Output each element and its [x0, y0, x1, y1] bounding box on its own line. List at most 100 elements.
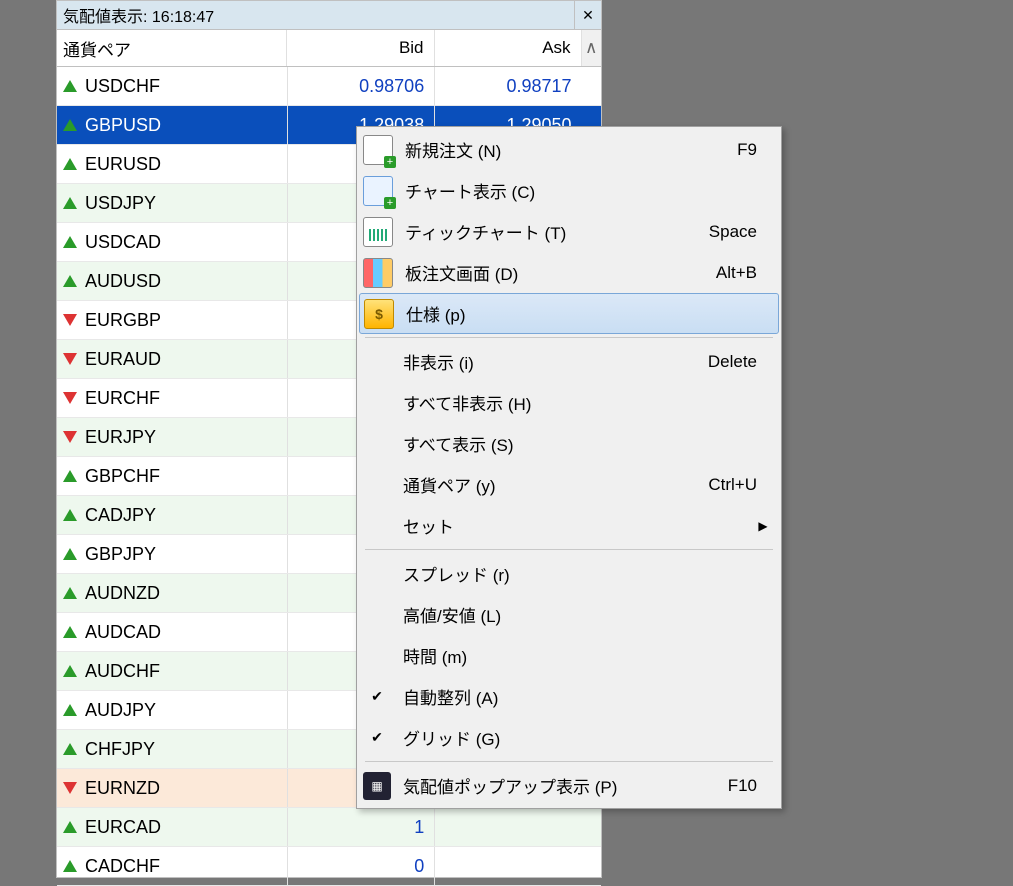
menu-item[interactable]: 時間 (m): [359, 635, 779, 676]
symbol-cell: EURJPY: [57, 418, 288, 456]
arrow-up-icon: [63, 548, 77, 560]
symbol-label: AUDUSD: [85, 271, 161, 292]
symbol-cell: AUDNZD: [57, 574, 288, 612]
symbol-cell: USDJPY: [57, 184, 288, 222]
menu-item[interactable]: ティックチャート (T)Space: [359, 211, 779, 252]
symbol-cell: EURCAD: [57, 808, 288, 846]
close-button[interactable]: ✕: [574, 1, 601, 29]
ask-cell: 0.98717: [435, 67, 581, 105]
arrow-up-icon: [63, 587, 77, 599]
symbol-cell: EURCHF: [57, 379, 288, 417]
symbol-label: AUDCHF: [85, 661, 160, 682]
symbol-label: USDJPY: [85, 193, 156, 214]
menu-item-shortcut: Ctrl+U: [708, 475, 757, 495]
menu-item[interactable]: ✔ 自動整列 (A): [359, 676, 779, 717]
table-row[interactable]: USDCHF 0.987060.98717: [57, 67, 601, 106]
menu-item-label: チャート表示 (C): [405, 178, 747, 203]
symbol-cell: EURAUD: [57, 340, 288, 378]
menu-item[interactable]: 非表示 (i) Delete: [359, 341, 779, 382]
menu-item[interactable]: 板注文画面 (D) Alt+B: [359, 252, 779, 293]
symbol-label: GBPJPY: [85, 544, 156, 565]
bid-cell: 1: [288, 808, 435, 846]
menu-item[interactable]: 新規注文 (N) F9: [359, 129, 779, 170]
symbol-cell: CADJPY: [57, 496, 288, 534]
menu-item-label: グリッド (G): [403, 725, 747, 750]
table-row[interactable]: CADCHF0: [57, 847, 601, 886]
symbol-cell: EURUSD: [57, 145, 288, 183]
arrow-up-icon: [63, 860, 77, 872]
menu-item-label: ティックチャート (T): [405, 219, 699, 244]
menu-item-shortcut: F9: [737, 140, 757, 160]
menu-item[interactable]: チャート表示 (C): [359, 170, 779, 211]
symbol-label: AUDCAD: [85, 622, 161, 643]
menu-separator: [365, 337, 773, 338]
context-menu: 新規注文 (N)F9チャート表示 (C)ティックチャート (T)Space板注文…: [356, 126, 782, 809]
symbol-label: EURCAD: [85, 817, 161, 838]
header-symbol[interactable]: 通貨ペア: [57, 30, 287, 66]
menu-item-label: 板注文画面 (D): [405, 260, 706, 285]
menu-item[interactable]: ✔ グリッド (G): [359, 717, 779, 758]
symbol-cell: AUDJPY: [57, 691, 288, 729]
header-bid[interactable]: Bid: [287, 30, 434, 66]
menu-item[interactable]: すべて表示 (S): [359, 423, 779, 464]
symbol-label: EURUSD: [85, 154, 161, 175]
arrow-up-icon: [63, 158, 77, 170]
symbol-cell: GBPCHF: [57, 457, 288, 495]
arrow-up-icon: [63, 119, 77, 131]
scroll-up-button[interactable]: ∧: [581, 30, 601, 66]
symbol-label: GBPCHF: [85, 466, 160, 487]
menu-item-label: 新規注文 (N): [405, 137, 727, 162]
symbol-label: EURNZD: [85, 778, 160, 799]
symbol-cell: EURNZD: [57, 769, 288, 807]
arrow-down-icon: [63, 314, 77, 326]
symbol-label: CADJPY: [85, 505, 156, 526]
header-ask[interactable]: Ask: [435, 30, 581, 66]
menu-item-label: すべて表示 (S): [403, 431, 747, 456]
menu-item-label: すべて非表示 (H): [403, 390, 747, 415]
menu-item-label: 通貨ペア (y): [403, 472, 698, 497]
menu-item[interactable]: すべて非表示 (H): [359, 382, 779, 423]
symbol-cell: GBPUSD: [57, 106, 288, 144]
symbol-cell: USDCAD: [57, 223, 288, 261]
arrow-up-icon: [63, 704, 77, 716]
grid-icon: [363, 258, 393, 288]
symbol-label: AUDNZD: [85, 583, 160, 604]
arrow-down-icon: [63, 782, 77, 794]
arrow-up-icon: [63, 509, 77, 521]
symbol-label: USDCHF: [85, 76, 160, 97]
symbol-label: EURCHF: [85, 388, 160, 409]
menu-item[interactable]: 高値/安値 (L): [359, 594, 779, 635]
menu-item[interactable]: セット▶: [359, 505, 779, 546]
menu-item[interactable]: スプレッド (r): [359, 553, 779, 594]
symbol-label: EURGBP: [85, 310, 161, 331]
menu-item-label: 非表示 (i): [403, 349, 698, 374]
arrow-up-icon: [63, 470, 77, 482]
bid-cell: 0.98706: [288, 67, 435, 105]
popup-icon: ▦: [363, 772, 391, 800]
arrow-up-icon: [63, 80, 77, 92]
check-icon: ✔: [363, 688, 391, 705]
arrow-down-icon: [63, 353, 77, 365]
tick-icon: [363, 217, 393, 247]
menu-item-shortcut: Alt+B: [716, 263, 757, 283]
menu-item[interactable]: $仕様 (p): [359, 293, 779, 334]
symbol-label: USDCAD: [85, 232, 161, 253]
symbol-label: CADCHF: [85, 856, 160, 877]
menu-item[interactable]: 通貨ペア (y) Ctrl+U: [359, 464, 779, 505]
panel-title-bar: 気配値表示: 16:18:47 ✕: [57, 1, 601, 30]
symbol-cell: CADCHF: [57, 847, 288, 885]
chevron-right-icon: ▶: [757, 519, 769, 533]
symbol-cell: CHFJPY: [57, 730, 288, 768]
check-icon: ✔: [363, 729, 391, 746]
menu-item-label: 自動整列 (A): [403, 684, 747, 709]
arrow-up-icon: [63, 821, 77, 833]
menu-item-shortcut: Delete: [708, 352, 757, 372]
menu-item-label: 時間 (m): [403, 643, 747, 668]
menu-item-label: 高値/安値 (L): [403, 602, 747, 627]
menu-separator: [365, 549, 773, 550]
arrow-down-icon: [63, 431, 77, 443]
table-row[interactable]: EURCAD 1: [57, 808, 601, 847]
ask-cell: [435, 808, 581, 846]
dollar-icon: $: [364, 299, 394, 329]
menu-item[interactable]: ▦気配値ポップアップ表示 (P)F10: [359, 765, 779, 806]
